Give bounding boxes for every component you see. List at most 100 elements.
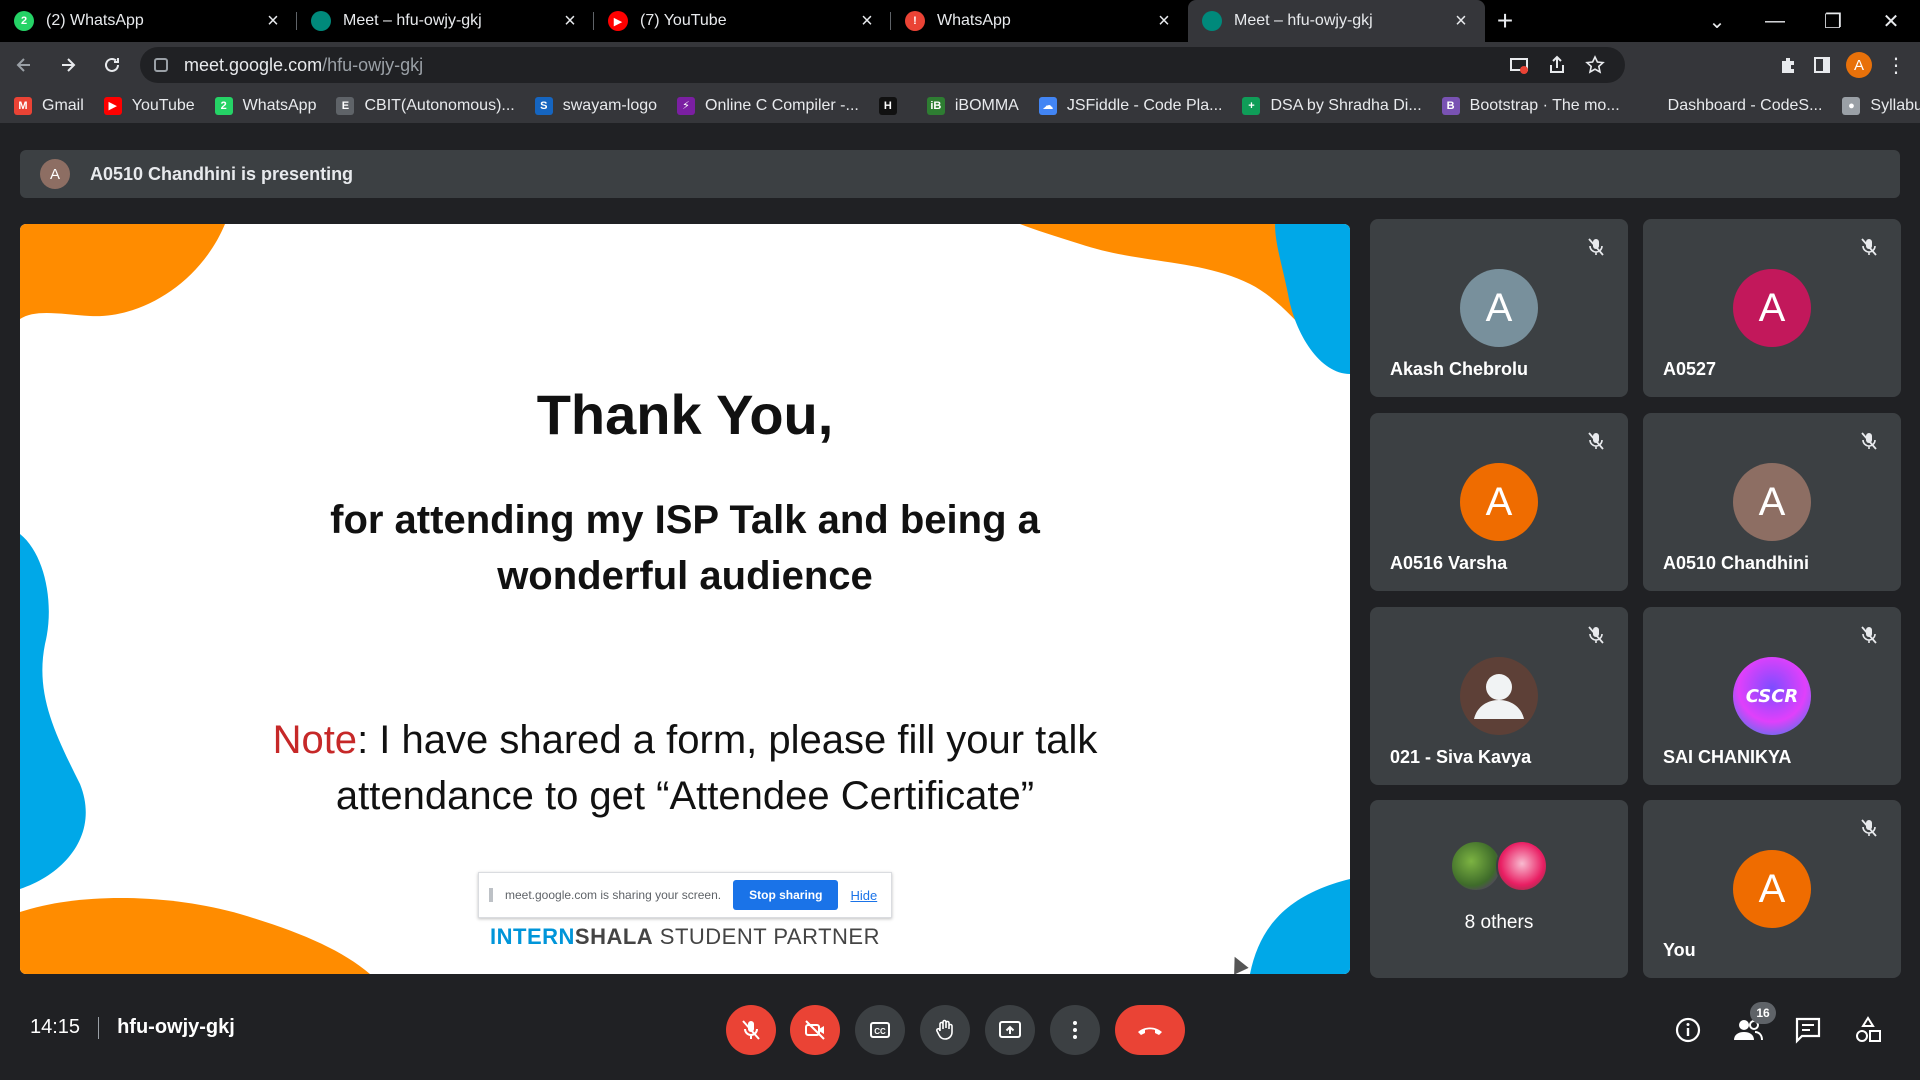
bookmark-item[interactable]: 2 WhatsApp (214, 96, 316, 115)
participant-tile[interactable]: 021 - Siva Kavya (1370, 607, 1628, 785)
slide-subtitle: for attending my ISP Talk and being a wo… (285, 492, 1085, 604)
brand-shala: SHALA (574, 924, 654, 949)
meeting-details-button[interactable] (1666, 1008, 1710, 1052)
bookmark-item[interactable]: Dashboard - CodeS... (1639, 96, 1823, 115)
restore-button[interactable]: ❐ (1804, 9, 1862, 34)
browser-tab[interactable]: 2 (2) WhatsApp × (0, 0, 297, 42)
close-tab-icon[interactable]: × (1154, 10, 1174, 33)
participant-tile[interactable]: A A0510 Chandhini (1643, 413, 1901, 591)
profile-avatar[interactable]: A (1846, 52, 1872, 78)
meeting-info: 14:15 hfu-owjy-gkj (30, 1016, 235, 1039)
bookmark-label: Dashboard - CodeS... (1667, 96, 1823, 114)
presentation-stage[interactable]: Thank You, for attending my ISP Talk and… (20, 224, 1350, 974)
forward-button[interactable] (48, 45, 88, 85)
close-window-button[interactable]: ✕ (1862, 9, 1920, 34)
bookmark-item[interactable]: ▶ YouTube (103, 96, 195, 115)
bookmark-item[interactable]: ☁ JSFiddle - Code Pla... (1038, 96, 1223, 115)
toolbar-right: A ⋮ (1778, 42, 1920, 88)
bookmark-label: Syllabus (1870, 96, 1920, 114)
bookmark-star-icon[interactable] (1585, 55, 1605, 75)
bookmark-favicon-icon: ⚡ (677, 96, 696, 115)
new-tab-button[interactable]: + (1485, 0, 1525, 42)
participant-tile[interactable]: A Akash Chebrolu (1370, 219, 1628, 397)
meeting-time: 14:15 (30, 1016, 81, 1038)
close-tab-icon[interactable]: × (1451, 10, 1471, 33)
mic-toggle-button[interactable] (726, 1005, 776, 1055)
bookmark-label: JSFiddle - Code Pla... (1066, 96, 1223, 114)
extensions-icon[interactable] (1778, 55, 1798, 75)
bookmark-favicon-icon: M (14, 96, 32, 115)
close-tab-icon[interactable]: × (263, 10, 283, 33)
tab-strip: 2 (2) WhatsApp × Meet – hfu-owjy-gkj × ▶ (7) Y… (0, 0, 1920, 42)
cast-icon[interactable] (1509, 55, 1529, 75)
participant-avatar: A (1733, 269, 1811, 347)
captions-button[interactable]: CC (855, 1005, 905, 1055)
bookmark-favicon-icon: 2 (214, 96, 233, 115)
meet-icon (1202, 11, 1222, 31)
browser-tab[interactable]: ▶ (7) YouTube × (594, 0, 891, 42)
camera-off-icon (805, 1020, 825, 1040)
close-tab-icon[interactable]: × (857, 10, 877, 33)
slide-subtitle-line-2: wonderful audience (497, 554, 873, 598)
tab-search-icon[interactable]: ⌄ (1688, 9, 1746, 34)
participant-tile[interactable]: A You (1643, 800, 1901, 978)
minimize-button[interactable]: — (1746, 10, 1804, 33)
svg-text:CC: CC (874, 1027, 886, 1036)
present-screen-button[interactable] (985, 1005, 1035, 1055)
muted-mic-icon (1861, 626, 1877, 644)
note-text-2: attendance to get “Attendee Certificate” (335, 774, 1035, 818)
divider (98, 1016, 100, 1039)
stop-sharing-button[interactable]: Stop sharing (733, 880, 839, 910)
participant-tile[interactable]: CSCR SAI CHANIKYA (1643, 607, 1901, 785)
participant-name: SAI CHANIKYA (1663, 747, 1792, 767)
bookmark-item[interactable]: Sswayam-logo (534, 96, 657, 115)
chat-button[interactable] (1786, 1008, 1830, 1052)
activities-button[interactable] (1846, 1008, 1890, 1052)
browser-tab[interactable]: Meet – hfu-owjy-gkj × (1188, 0, 1485, 42)
close-tab-icon[interactable]: × (560, 10, 580, 33)
drag-handle-icon[interactable] (489, 888, 493, 902)
participant-avatar: CSCR (1733, 657, 1811, 735)
leave-call-button[interactable] (1115, 1005, 1185, 1055)
more-options-button[interactable] (1050, 1005, 1100, 1055)
bookmark-favicon-icon: E (336, 96, 355, 115)
note-label: Note (272, 718, 358, 762)
bookmark-favicon-icon: ● (1842, 96, 1861, 115)
bookmark-item[interactable]: H (878, 96, 907, 115)
address-bar[interactable]: meet.google.com/hfu-owjy-gkj (140, 47, 1625, 83)
raise-hand-button[interactable] (920, 1005, 970, 1055)
bookmark-favicon-icon: + (1242, 96, 1261, 115)
back-button[interactable] (4, 45, 44, 85)
bookmark-item[interactable]: ⚡ Online C Compiler -... (677, 96, 859, 115)
tab-title: (7) YouTube (640, 12, 727, 29)
bookmark-item[interactable]: M Gmail (14, 96, 84, 115)
url-path: /hfu-owjy-gkj (322, 54, 424, 75)
bookmark-favicon-icon: H (878, 96, 897, 115)
bookmark-label: CBIT(Autonomous)... (364, 96, 515, 114)
hide-banner-link[interactable]: Hide (850, 888, 877, 903)
more-vert-icon (1073, 1021, 1077, 1039)
bookmark-label: iBOMMA (954, 96, 1019, 114)
presenter-avatar: A (40, 159, 70, 189)
forward-arrow-icon (62, 58, 76, 72)
bookmark-item[interactable]: iB iBOMMA (926, 96, 1019, 115)
reload-button[interactable] (92, 45, 132, 85)
bookmark-item[interactable]: ● Syllabus (1842, 96, 1920, 115)
bookmark-item[interactable]: E CBIT(Autonomous)... (336, 96, 515, 115)
bookmarks-bar: M Gmail ▶ YouTube 2 WhatsApp E CBIT(Autonomous)… (0, 88, 1920, 124)
share-icon[interactable] (1547, 55, 1567, 75)
bookmark-item[interactable]: + DSA by Shradha Di... (1242, 96, 1422, 115)
participant-tile[interactable]: A A0516 Varsha (1370, 413, 1628, 591)
people-button[interactable]: 16 (1726, 1002, 1776, 1052)
participant-tile[interactable]: A A0527 (1643, 219, 1901, 397)
browser-tab[interactable]: Meet – hfu-owjy-gkj × (297, 0, 594, 42)
info-icon (1675, 1017, 1701, 1043)
bookmark-label: DSA by Shradha Di... (1270, 96, 1422, 114)
bookmark-item[interactable]: B Bootstrap · The mo... (1441, 96, 1620, 115)
menu-kebab-icon[interactable]: ⋮ (1886, 53, 1906, 78)
browser-tab[interactable]: ! WhatsApp × (891, 0, 1188, 42)
participant-count-badge: 16 (1750, 1002, 1776, 1024)
side-panel-icon[interactable] (1812, 55, 1832, 75)
others-tile[interactable]: 8 others (1370, 800, 1628, 978)
camera-toggle-button[interactable] (790, 1005, 840, 1055)
